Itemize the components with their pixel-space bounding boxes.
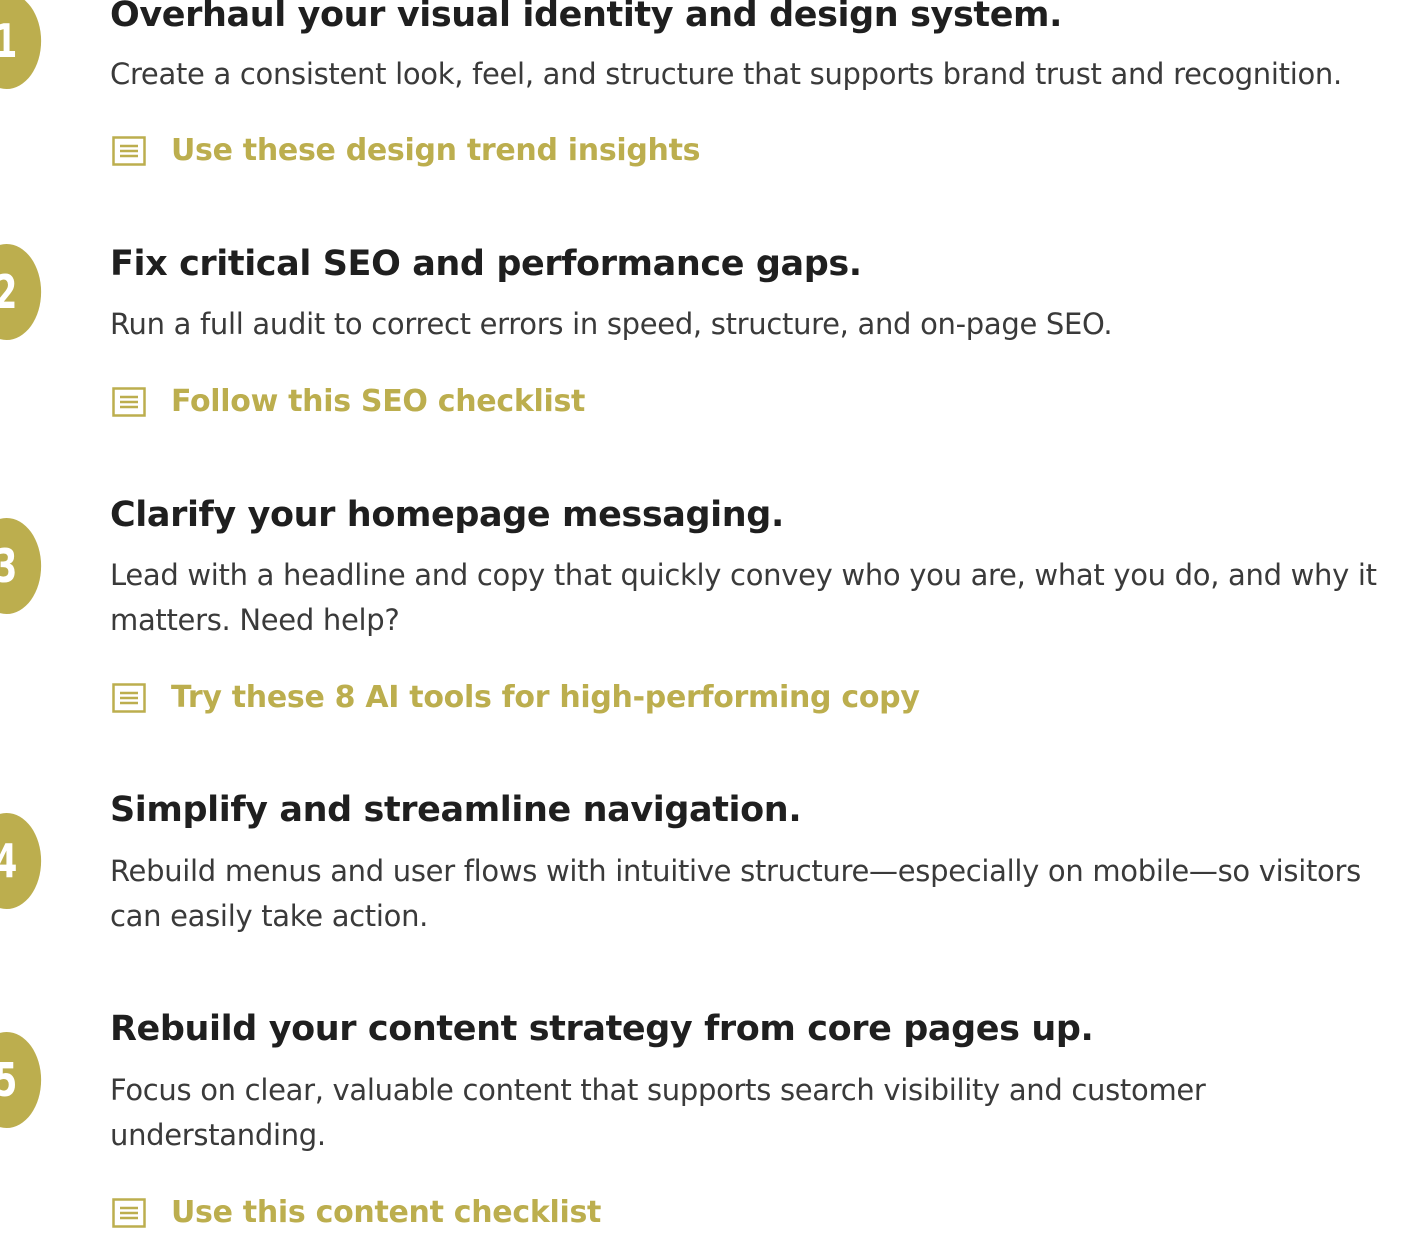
step-description: Create a consistent look, feel, and stru…	[110, 57, 1342, 91]
step-number-badge: 2	[0, 244, 42, 340]
step-description: Run a full audit to correct errors in sp…	[110, 307, 1113, 341]
seo-checklist-link[interactable]: Follow this SEO checklist	[112, 384, 585, 419]
step-number-badge: 3	[0, 518, 42, 614]
step-number: 3	[0, 543, 17, 589]
step-number-badge: 5	[0, 1032, 42, 1128]
step-number: 4	[0, 838, 17, 884]
ai-copy-tools-link[interactable]: Try these 8 AI tools for high-performing…	[112, 680, 920, 715]
step-title: Simplify and streamline navigation.	[110, 790, 802, 830]
step-number-badge: 1	[0, 0, 42, 89]
link-label: Follow this SEO checklist	[171, 384, 586, 419]
step-title: Clarify your homepage messaging.	[110, 495, 784, 535]
step-title: Rebuild your content strategy from core …	[110, 1009, 1094, 1049]
step-number: 5	[0, 1057, 17, 1103]
link-label: Try these 8 AI tools for high-performing…	[171, 680, 920, 715]
content-checklist-link[interactable]: Use this content checklist	[112, 1195, 601, 1230]
step-description: Focus on clear, valuable content that su…	[110, 1073, 1206, 1152]
link-label: Use these design trend insights	[171, 133, 701, 168]
step-number: 1	[0, 18, 17, 64]
design-trend-insights-link[interactable]: Use these design trend insights	[112, 133, 701, 168]
article-icon	[112, 386, 146, 417]
step-description: Rebuild menus and user flows with intuit…	[110, 854, 1361, 933]
article-icon	[112, 1197, 146, 1228]
step-number: 2	[0, 269, 17, 315]
step-number-badge: 4	[0, 813, 42, 909]
link-label: Use this content checklist	[171, 1195, 602, 1230]
article-icon	[112, 135, 146, 166]
step-title: Overhaul your visual identity and design…	[110, 0, 1063, 35]
step-title: Fix critical SEO and performance gaps.	[110, 244, 862, 284]
step-description: Lead with a headline and copy that quick…	[110, 558, 1377, 637]
article-icon	[112, 682, 146, 713]
